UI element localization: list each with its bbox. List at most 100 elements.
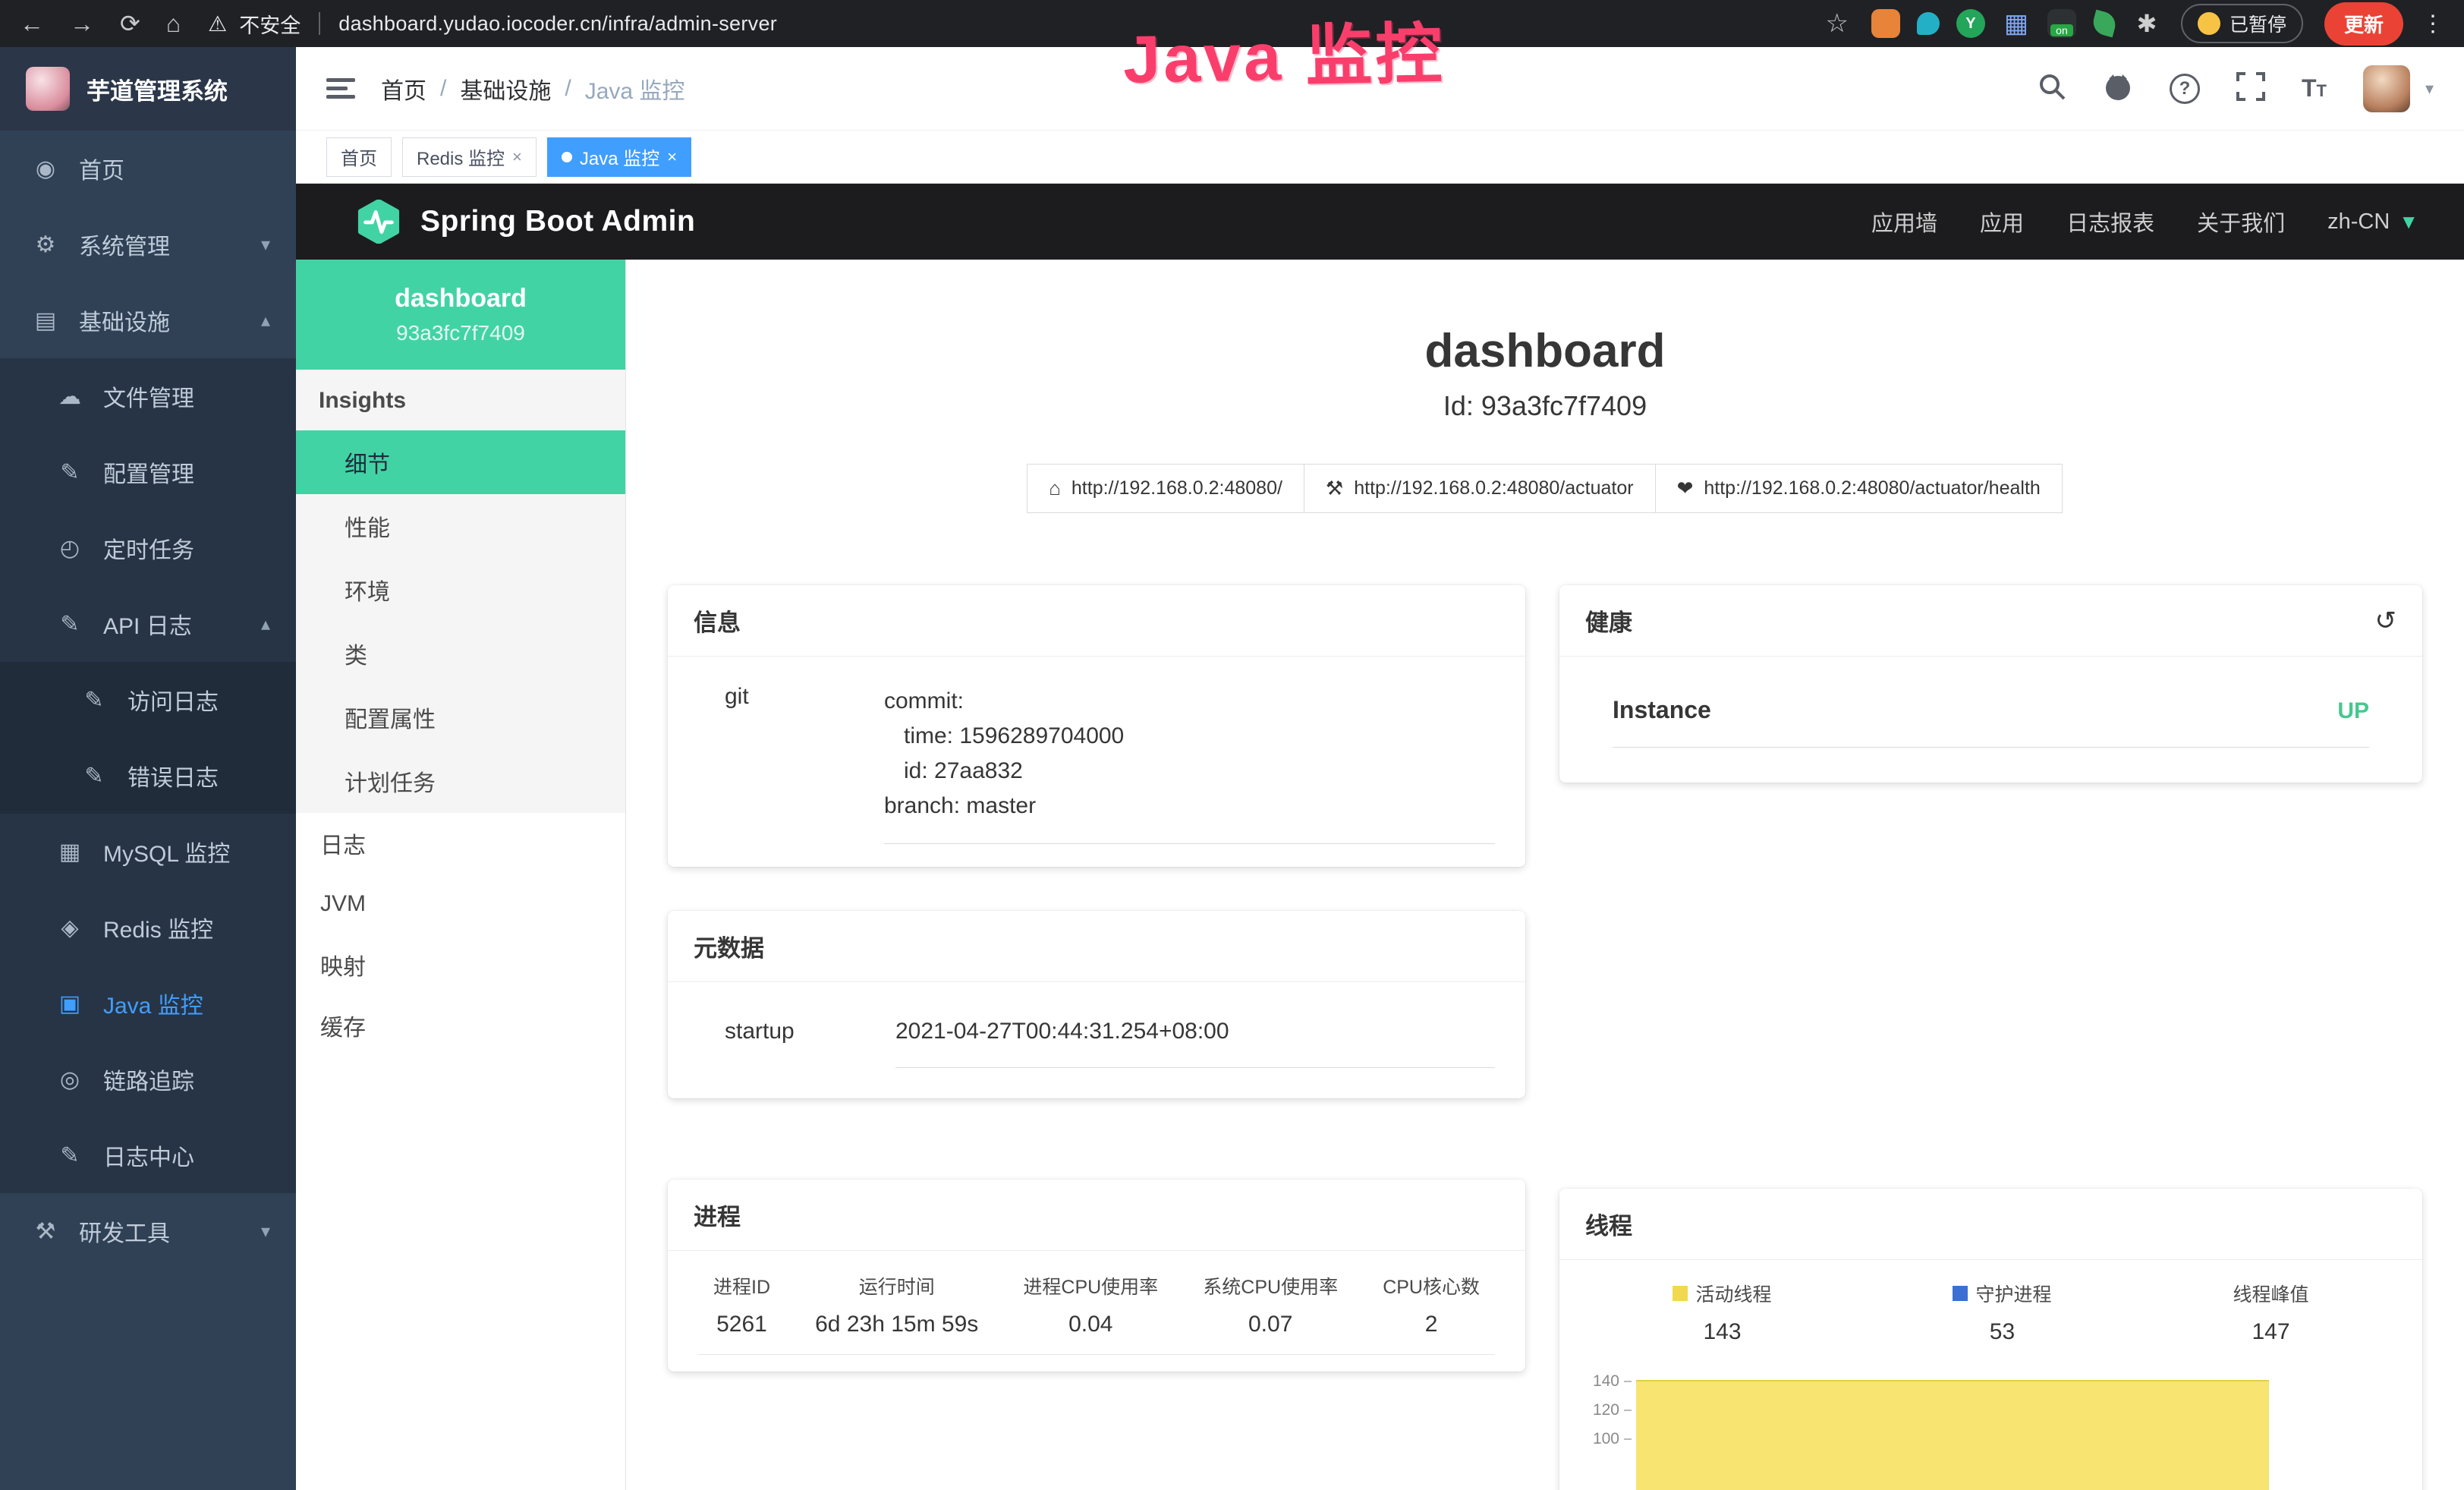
sidebar-item-mysql-monitor[interactable]: ▦ MySQL 监控 bbox=[0, 814, 296, 890]
bookmark-star-icon[interactable]: ☆ bbox=[1825, 8, 1848, 39]
sba-nav-scheduled-tasks[interactable]: 计划任务 bbox=[296, 749, 625, 813]
back-icon[interactable]: ← bbox=[20, 10, 44, 38]
extension-icon-grid[interactable]: ▦ bbox=[2002, 9, 2031, 38]
fullscreen-icon[interactable] bbox=[2236, 72, 2265, 105]
browser-menu-icon[interactable]: ⋮ bbox=[2422, 11, 2444, 37]
help-icon[interactable]: ? bbox=[2170, 74, 2200, 104]
sidebar-item-log-center[interactable]: ✎ 日志中心 bbox=[0, 1117, 296, 1193]
sba-nav-journal[interactable]: 日志报表 bbox=[2066, 206, 2154, 238]
sba-nav-jvm[interactable]: JVM bbox=[296, 874, 625, 934]
status-badge: UP bbox=[2337, 698, 2369, 724]
sidebar-item-access-logs[interactable]: ✎ 访问日志 bbox=[0, 662, 296, 738]
app-logo[interactable]: 芋道管理系统 bbox=[0, 47, 296, 131]
threads-card: 线程 活动线程 143 守护进程 53 bbox=[1559, 1189, 2422, 1490]
sba-nav-performance[interactable]: 性能 bbox=[296, 494, 625, 558]
app-title: 芋道管理系统 bbox=[87, 72, 228, 106]
avatar-caret-icon[interactable]: ▾ bbox=[2425, 79, 2434, 99]
tag-view-bar: 首页 Redis 监控 × Java 监控 × bbox=[296, 131, 2464, 184]
font-size-icon[interactable]: TT bbox=[2302, 74, 2327, 102]
extension-icon-drop[interactable] bbox=[1917, 12, 1940, 35]
metadata-card: 元数据 startup 2021-04-27T00:44:31.254+08:0… bbox=[668, 911, 1525, 1098]
extension-icon-green-circle[interactable]: Y bbox=[1956, 9, 1985, 38]
update-button[interactable]: 更新 bbox=[2324, 2, 2403, 46]
close-icon[interactable]: × bbox=[667, 147, 677, 167]
sba-nav-about[interactable]: 关于我们 bbox=[2197, 206, 2285, 238]
security-label: 不安全 bbox=[239, 9, 301, 39]
service-url-link[interactable]: ⌂ http://192.168.0.2:48080/ bbox=[1027, 464, 1304, 513]
sba-nav-wallboard[interactable]: 应用墙 bbox=[1871, 206, 1937, 238]
github-icon[interactable] bbox=[2103, 71, 2133, 106]
reload-icon[interactable]: ⟳ bbox=[120, 9, 140, 38]
threads-active-area bbox=[1636, 1380, 2269, 1490]
sidebar-item-api-logs[interactable]: ✎ API 日志 ▴ bbox=[0, 586, 296, 662]
tab-redis-monitor[interactable]: Redis 监控 × bbox=[402, 137, 537, 177]
tab-java-monitor[interactable]: Java 监控 × bbox=[547, 137, 691, 177]
sidebar-item-scheduled-tasks[interactable]: ◴ 定时任务 bbox=[0, 510, 296, 586]
process-stat: 运行时间 6d 23h 15m 59s bbox=[815, 1272, 978, 1337]
sidebar-item-config-management[interactable]: ✎ 配置管理 bbox=[0, 434, 296, 510]
logo-avatar bbox=[26, 67, 70, 111]
address-bar[interactable]: ⚠ 不安全 dashboard.yudao.iocoder.cn/infra/a… bbox=[208, 9, 777, 39]
legend-square-yellow bbox=[1673, 1286, 1688, 1301]
extension-icon-dark[interactable]: ✱ bbox=[2132, 9, 2161, 38]
infrastructure-icon: ▤ bbox=[32, 307, 59, 334]
user-avatar[interactable] bbox=[2363, 65, 2410, 112]
sba-nav-applications[interactable]: 应用 bbox=[1980, 206, 2024, 238]
locale-select[interactable]: zh-CN ▼ bbox=[2327, 209, 2418, 235]
threads-live-stat: 活动线程 143 bbox=[1673, 1280, 1771, 1345]
active-dot-icon bbox=[562, 152, 572, 162]
sidebar-item-dev-tools[interactable]: ⚒ 研发工具 ▾ bbox=[0, 1193, 296, 1269]
actuator-url-link[interactable]: ⚒ http://192.168.0.2:48080/actuator bbox=[1304, 464, 1656, 513]
sba-nav-environment[interactable]: 环境 bbox=[296, 558, 625, 622]
sidebar-item-error-logs[interactable]: ✎ 错误日志 bbox=[0, 738, 296, 814]
process-stat: 系统CPU使用率 0.07 bbox=[1203, 1272, 1338, 1337]
url-text[interactable]: dashboard.yudao.iocoder.cn/infra/admin-s… bbox=[338, 12, 777, 36]
breadcrumb-infrastructure[interactable]: 基础设施 bbox=[460, 72, 551, 106]
extension-icon-orange[interactable] bbox=[1871, 9, 1900, 38]
metadata-value: 2021-04-27T00:44:31.254+08:00 bbox=[895, 1019, 1495, 1068]
sba-nav-mappings[interactable]: 映射 bbox=[296, 934, 625, 995]
sidebar-item-infrastructure[interactable]: ▤ 基础设施 ▴ bbox=[0, 282, 296, 358]
info-value: commit: time: 1596289704000 id: 27aa832 … bbox=[884, 684, 1495, 844]
sba-nav-caches[interactable]: 缓存 bbox=[296, 995, 625, 1056]
history-icon[interactable]: ↺ bbox=[2375, 606, 2397, 636]
health-instance-row[interactable]: Instance UP bbox=[1613, 696, 2369, 748]
log-icon: ✎ bbox=[56, 611, 83, 638]
close-icon[interactable]: × bbox=[512, 147, 522, 167]
search-icon[interactable] bbox=[2038, 72, 2066, 105]
wrench-icon: ⚒ bbox=[1326, 477, 1343, 500]
threads-chart-plot bbox=[1632, 1371, 2422, 1490]
home-icon[interactable]: ⌂ bbox=[166, 10, 181, 38]
tab-home[interactable]: 首页 bbox=[326, 137, 392, 177]
browser-nav-buttons: ← → ⟳ ⌂ bbox=[20, 9, 181, 38]
sba-nav-classes[interactable]: 类 bbox=[296, 622, 625, 685]
heartbeat-icon: ❤ bbox=[1677, 477, 1694, 500]
health-url-link[interactable]: ❤ http://192.168.0.2:48080/actuator/heal… bbox=[1655, 464, 2063, 513]
sba-nav-details[interactable]: 细节 bbox=[296, 430, 625, 494]
sidebar-item-file-management[interactable]: ☁ 文件管理 bbox=[0, 358, 296, 434]
breadcrumb-home[interactable]: 首页 bbox=[381, 72, 426, 106]
sba-nav-logs[interactable]: 日志 bbox=[296, 813, 625, 874]
sba-nav: 应用墙 应用 日志报表 关于我们 zh-CN ▼ bbox=[1871, 206, 2418, 238]
sba-nav-config-props[interactable]: 配置属性 bbox=[296, 685, 625, 749]
sidebar-item-java-monitor[interactable]: ▣ Java 监控 bbox=[0, 966, 296, 1041]
chevron-down-icon: ▼ bbox=[2399, 210, 2418, 234]
chevron-up-icon: ▴ bbox=[261, 310, 270, 332]
sidebar-item-system-management[interactable]: ⚙ 系统管理 ▾ bbox=[0, 206, 296, 282]
sidebar-item-redis-monitor[interactable]: ◈ Redis 监控 bbox=[0, 890, 296, 966]
sidebar-item-trace[interactable]: ◎ 链路追踪 bbox=[0, 1041, 296, 1117]
paused-badge-label: 已暂停 bbox=[2230, 10, 2286, 37]
health-card: 健康 ↺ Instance UP bbox=[1559, 585, 2422, 783]
forward-icon[interactable]: → bbox=[70, 10, 94, 38]
threads-daemon-stat: 守护进程 53 bbox=[1953, 1280, 2051, 1345]
monitor-icon: ▣ bbox=[56, 991, 83, 1017]
dashboard-icon: ◉ bbox=[32, 156, 59, 182]
extension-icon-on-switch[interactable]: on bbox=[2047, 9, 2076, 38]
sidebar-item-home[interactable]: ◉ 首页 bbox=[0, 131, 296, 206]
sba-brand[interactable]: Spring Boot Admin bbox=[357, 200, 695, 244]
extension-icon-leaf[interactable] bbox=[2091, 10, 2119, 38]
hamburger-icon[interactable] bbox=[326, 77, 355, 101]
instance-block[interactable]: dashboard 93a3fc7f7409 bbox=[296, 260, 625, 370]
paused-badge[interactable]: 已暂停 bbox=[2181, 4, 2303, 43]
sba-content: dashboard Id: 93a3fc7f7409 ⌂ http://192.… bbox=[626, 260, 2464, 1490]
